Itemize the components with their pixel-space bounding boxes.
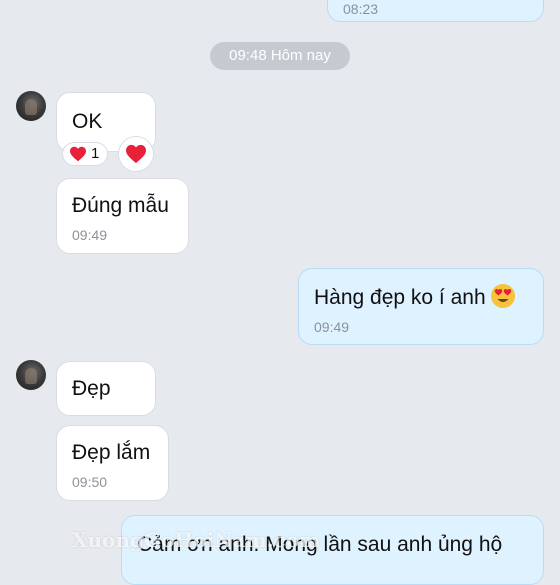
chat-conversation[interactable]: 08:23 09:48 Hôm nay OK 1 Đúng mẫu 09:49 … [0, 0, 560, 585]
message-text: Đẹp lắm [72, 441, 151, 464]
message-bubble-outgoing[interactable]: Cảm ơn anh. Mong lần sau anh ủng hộ [121, 515, 544, 585]
message-text: Đúng mẫu [72, 194, 169, 217]
contact-avatar[interactable] [16, 360, 46, 390]
message-text: Cảm ơn anh. Mong lần sau anh ủng hộ [137, 533, 503, 556]
date-separator: 09:48 Hôm nay [210, 42, 350, 70]
message-bubble-outgoing[interactable]: 08:23 [327, 0, 544, 22]
message-time: 09:49 [72, 227, 108, 243]
message-time: 09:50 [72, 474, 108, 490]
message-bubble-outgoing[interactable]: Hàng đẹp ko í anh 09:49 [298, 268, 544, 345]
heart-eyes-emoji-icon [490, 284, 515, 308]
message-text: Hàng đẹp ko í anh [314, 286, 486, 309]
heart-icon [126, 144, 146, 164]
reaction-count: 1 [91, 145, 100, 162]
message-text: OK [72, 110, 103, 133]
reaction-count-badge[interactable]: 1 [62, 142, 109, 166]
message-text: Đẹp [72, 377, 111, 400]
react-heart-button[interactable] [118, 136, 154, 172]
contact-avatar[interactable] [16, 91, 46, 121]
message-bubble-incoming[interactable]: Đúng mẫu 09:49 [56, 178, 189, 254]
message-text-line: Hàng đẹp ko í anh [314, 283, 527, 311]
message-time: 09:49 [314, 319, 350, 335]
heart-icon [70, 146, 86, 162]
message-bubble-incoming[interactable]: Đẹp [56, 361, 156, 416]
message-bubble-incoming[interactable]: Đẹp lắm 09:50 [56, 425, 169, 501]
message-time: 08:23 [343, 1, 379, 17]
